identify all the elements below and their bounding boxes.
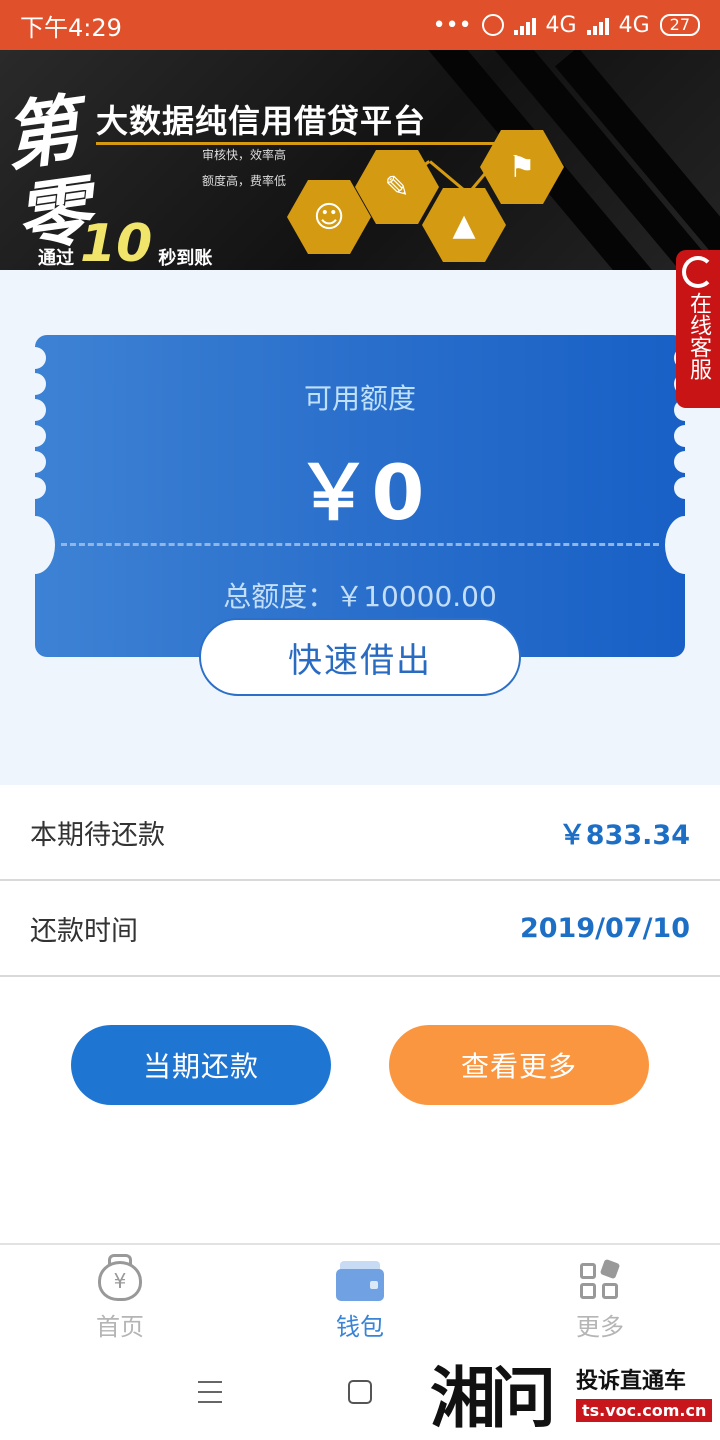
status-bar: 下午4:29 ••• 4G 4G 27 bbox=[0, 0, 720, 50]
grid-icon bbox=[580, 1258, 621, 1301]
due-date-row: 还款时间 2019/07/10 bbox=[0, 881, 720, 977]
tab-home-label: 首页 bbox=[96, 1313, 144, 1341]
tagline-prefix: 通过 bbox=[38, 248, 74, 269]
tab-wallet[interactable]: 钱包 bbox=[240, 1245, 480, 1345]
status-icons: ••• 4G 4G 27 bbox=[433, 13, 700, 38]
service-label: 在线客服 bbox=[686, 292, 711, 380]
view-more-button[interactable]: 查看更多 bbox=[389, 1025, 649, 1105]
available-credit-label: 可用额度 bbox=[303, 382, 416, 415]
quick-borrow-button[interactable]: 快速借出 bbox=[199, 618, 521, 696]
menu-icon[interactable] bbox=[198, 1381, 222, 1403]
tab-home[interactable]: ¥ 首页 bbox=[0, 1245, 240, 1345]
banner-headline: 大数据纯信用借贷平台 bbox=[96, 102, 427, 140]
battery-icon: 27 bbox=[659, 14, 700, 36]
watermark-title: 投诉直通车 bbox=[576, 1369, 687, 1394]
banner-line-1: 审核快，效率高 bbox=[202, 148, 287, 162]
tab-more[interactable]: 更多 bbox=[480, 1245, 720, 1345]
bottom-tab-bar: ¥ 首页 钱包 更多 bbox=[0, 1243, 720, 1345]
due-amount-row: 本期待还款 ￥833.34 bbox=[0, 785, 720, 881]
money-bag-icon: ¥ bbox=[98, 1254, 142, 1301]
available-credit-amount: ￥0 bbox=[295, 448, 425, 537]
due-amount-label: 本期待还款 bbox=[30, 819, 165, 851]
due-amount-value: ￥833.34 bbox=[558, 819, 690, 851]
due-date-value: 2019/07/10 bbox=[519, 912, 690, 944]
tagline-number: 10 bbox=[80, 214, 153, 270]
home-icon[interactable] bbox=[348, 1380, 372, 1404]
credit-card: 可用额度 ￥0 总额度：￥10000.00 bbox=[35, 335, 685, 657]
tab-wallet-label: 钱包 bbox=[336, 1313, 384, 1341]
banner-tagline: 通过 10 秒到账 bbox=[38, 218, 212, 270]
online-service-tab[interactable]: 在线客服 bbox=[676, 250, 720, 408]
network-type-1: 4G bbox=[545, 12, 577, 38]
signal-icon bbox=[513, 15, 536, 35]
service-icon bbox=[682, 256, 714, 288]
status-time: 下午4:29 bbox=[20, 13, 122, 42]
network-type-2: 4G bbox=[618, 12, 650, 38]
growth-chart-icon: ▲ bbox=[422, 188, 506, 262]
repay-current-button[interactable]: 当期还款 bbox=[71, 1025, 331, 1105]
card-divider bbox=[61, 543, 659, 546]
promo-banner[interactable]: 第零 大数据纯信用借贷平台 审核快，效率高 额度高，费率低 ☺ ✎ ▲ ⚑ 通过… bbox=[0, 50, 720, 270]
due-date-label: 还款时间 bbox=[30, 915, 138, 947]
credit-card-area: 可用额度 ￥0 总额度：￥10000.00 快速借出 bbox=[0, 270, 720, 785]
tagline-suffix: 秒到账 bbox=[158, 248, 213, 269]
signal-icon-2 bbox=[586, 15, 609, 35]
alarm-icon bbox=[481, 14, 504, 36]
total-credit: 总额度：￥10000.00 bbox=[223, 580, 497, 613]
banner-line-2: 额度高，费率低 bbox=[202, 174, 287, 188]
watermark-url: ts.voc.com.cn bbox=[576, 1399, 713, 1422]
more-dots-icon: ••• bbox=[432, 12, 472, 38]
wallet-icon bbox=[336, 1261, 384, 1301]
watermark: 湘问 投诉直通车 ts.voc.com.cn bbox=[430, 1345, 720, 1440]
tab-more-label: 更多 bbox=[576, 1313, 624, 1341]
watermark-logo: 湘问 bbox=[430, 1358, 556, 1437]
banner-underline bbox=[96, 142, 496, 145]
